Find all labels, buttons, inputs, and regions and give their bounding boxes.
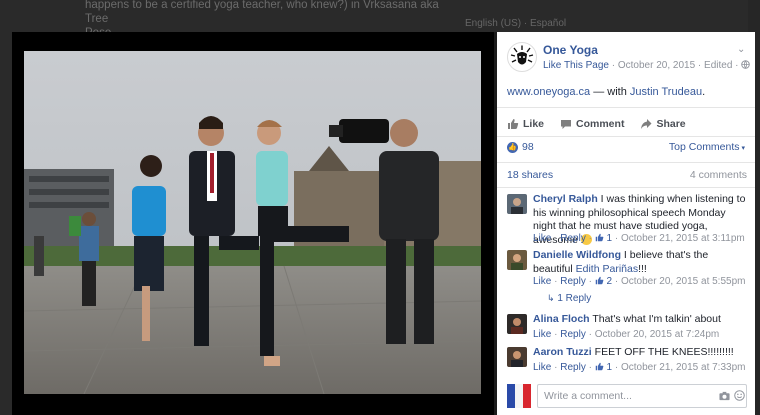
comment-like-link[interactable]: Like (533, 362, 551, 373)
post-actions: Like Comment Share (507, 116, 747, 132)
comments-count: 4 comments (689, 169, 747, 181)
comment-text: Aaron Tuzzi FEET OFF THE KNEES!!!!!!!!! (533, 346, 734, 358)
like-count[interactable]: 98 (522, 141, 534, 153)
post-panel: One Yoga Like This Page · October 20, 20… (497, 32, 755, 415)
avatar[interactable] (507, 250, 527, 270)
thumbs-up-icon (595, 276, 604, 285)
post-meta: Like This Page · October 20, 2015 · Edit… (543, 60, 751, 71)
comment-composer (507, 384, 747, 410)
comment-time[interactable]: October 21, 2015 at 3:11pm (621, 233, 745, 244)
comment-footer: Like · Reply · 1 · October 21, 2015 at 3… (533, 233, 745, 244)
comment-like-link[interactable]: Like (533, 329, 551, 340)
caret-down-icon: ▾ (739, 145, 745, 152)
commenter-name[interactable]: Alina Floch (533, 313, 590, 325)
emoji-icon[interactable] (734, 390, 745, 401)
shares-row: 18 shares 4 comments (507, 169, 747, 181)
thumbs-up-icon (595, 362, 604, 371)
post-text: www.oneyoga.ca — with Justin Trudeau. (507, 86, 706, 98)
comment-text: Danielle Wildfong I believe that's the b… (533, 249, 709, 275)
chevron-down-icon[interactable]: ⌄ (737, 44, 745, 55)
divider (497, 162, 755, 163)
comment-reply-link[interactable]: Reply (560, 329, 586, 340)
avatar[interactable] (507, 194, 527, 214)
comment-input[interactable] (537, 384, 747, 408)
comment-reply-link[interactable]: Reply (560, 233, 586, 244)
tagged-person-link[interactable]: Edith Pariñas (576, 263, 638, 275)
comment-time[interactable]: October 20, 2015 at 7:24pm (595, 329, 720, 340)
comment-reply-link[interactable]: Reply (560, 362, 586, 373)
comment-footer: Like · Reply · 1 · October 21, 2015 at 7… (533, 362, 746, 373)
avatar[interactable] (507, 347, 527, 367)
background-page: happens to be a certified yoga teacher, … (0, 0, 760, 39)
share-arrow-icon (641, 119, 652, 129)
view-replies-link[interactable]: ↳ 1 Reply (547, 293, 591, 304)
comment-like-count[interactable]: 1 (607, 362, 613, 373)
thumbs-up-icon (595, 233, 604, 242)
lion-logo-icon (510, 45, 534, 69)
comment-text: Alina Floch That's what I'm talkin' abou… (533, 313, 721, 325)
page-avatar[interactable] (507, 42, 537, 72)
page-name-link[interactable]: One Yoga (543, 43, 598, 57)
tagged-person-link[interactable]: Justin Trudeau (630, 86, 702, 98)
comment-reply-link[interactable]: Reply (560, 276, 586, 287)
reply-arrow-icon: ↳ (547, 293, 555, 303)
like-button[interactable]: Like (507, 116, 544, 132)
divider (497, 136, 755, 137)
commenter-name[interactable]: Aaron Tuzzi (533, 346, 592, 358)
divider (497, 187, 755, 188)
camera-icon[interactable] (719, 391, 730, 401)
commenter-name[interactable]: Cheryl Ralph (533, 193, 598, 205)
comment-footer: Like · Reply · 2 · October 20, 2015 at 5… (533, 276, 746, 287)
comment-like-count[interactable]: 1 (607, 233, 613, 244)
post-date[interactable]: October 20, 2015 (618, 60, 695, 71)
comment-button[interactable]: Comment (560, 116, 624, 132)
thumbs-up-icon (508, 119, 519, 129)
comment-like-link[interactable]: Like (533, 276, 551, 287)
avatar[interactable] (507, 314, 527, 334)
comment-time[interactable]: October 20, 2015 at 5:55pm (621, 276, 746, 287)
comment-like-link[interactable]: Like (533, 233, 551, 244)
avatar (507, 384, 531, 408)
globe-icon (741, 60, 751, 71)
shares-link[interactable]: 18 shares (507, 169, 553, 181)
comment-like-count[interactable]: 2 (607, 276, 613, 287)
post-photo[interactable] (24, 51, 481, 394)
comment-time[interactable]: October 21, 2015 at 7:33pm (621, 362, 746, 373)
top-comments-dropdown[interactable]: Top Comments ▾ (669, 141, 745, 153)
like-page-link[interactable]: Like This Page (543, 60, 609, 71)
post-link[interactable]: www.oneyoga.ca (507, 86, 590, 98)
background-left-gutter (0, 32, 12, 415)
share-button[interactable]: Share (640, 116, 686, 132)
like-reaction-icon: 👍 (507, 142, 518, 153)
comment-footer: Like · Reply · October 20, 2015 at 7:24p… (533, 329, 720, 340)
divider (497, 107, 755, 108)
likes-row: 👍 98 Top Comments ▾ (507, 140, 747, 156)
commenter-name[interactable]: Danielle Wildfong (533, 249, 621, 261)
speech-bubble-icon (561, 120, 572, 129)
edited-label[interactable]: Edited (704, 60, 732, 71)
background-language-links: English (US) · Español (465, 18, 567, 29)
